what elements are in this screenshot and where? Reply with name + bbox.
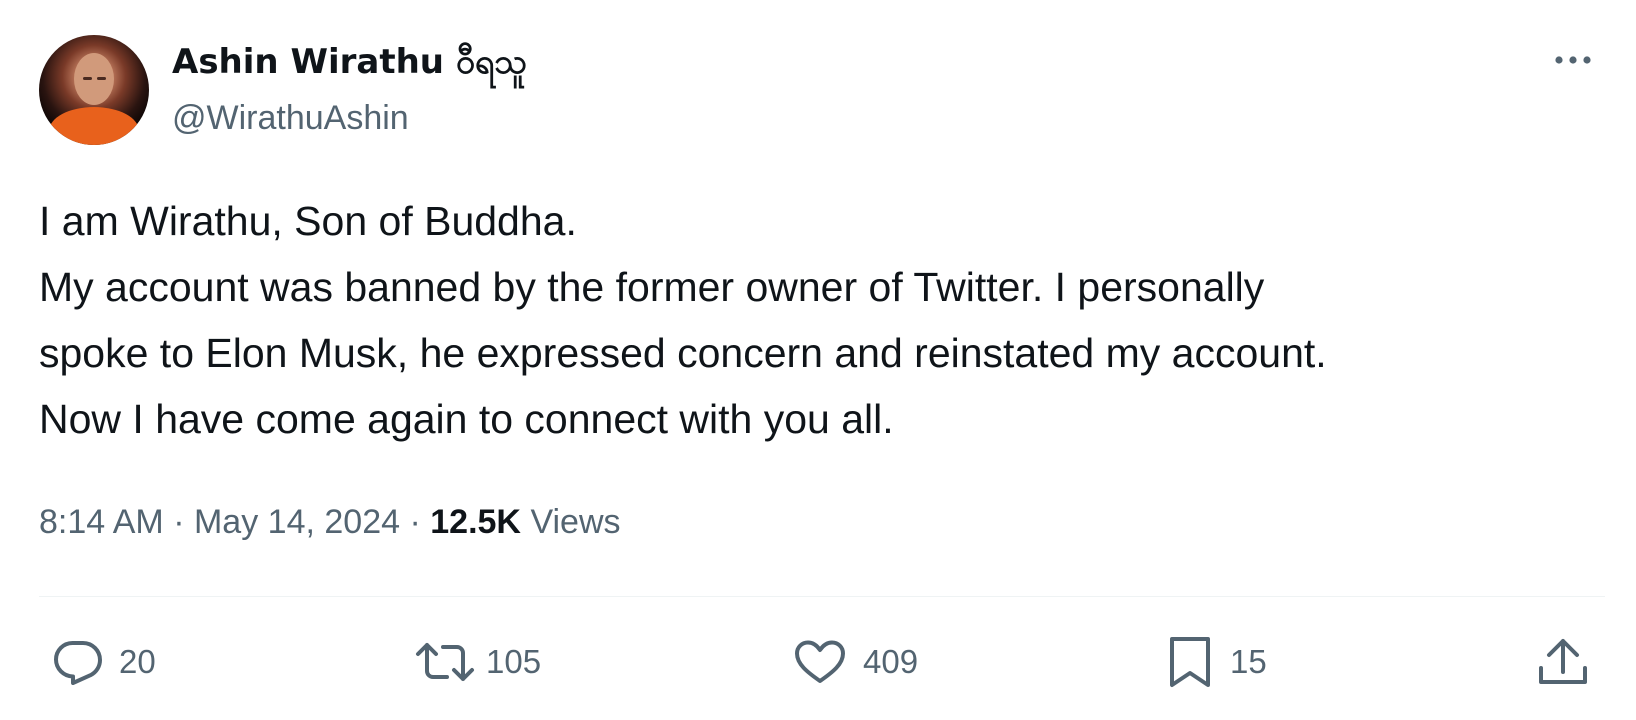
reply-button[interactable]: 20: [53, 636, 156, 688]
bookmark-icon: [1170, 637, 1210, 687]
tweet-meta: 8:14 AM · May 14, 2024 · 12.5K Views: [39, 500, 621, 544]
author-handle[interactable]: @WirathuAshin: [172, 96, 409, 140]
avatar-head: [74, 53, 114, 105]
tweet-line: My account was banned by the former owne…: [39, 264, 1265, 310]
divider: [39, 596, 1605, 597]
author-display-name[interactable]: Ashin Wirathu ဝီရသူ: [172, 40, 527, 84]
like-button[interactable]: 409: [793, 636, 918, 688]
reply-icon: [54, 641, 102, 685]
avatar-eye: [97, 77, 106, 80]
heart-icon: [795, 640, 845, 683]
tweet-line: Now I have come again to connect with yo…: [39, 396, 894, 442]
avatar-robe: [49, 107, 139, 145]
tweet-text: I am Wirathu, Son of Buddha. My account …: [39, 188, 1619, 452]
tweet-date[interactable]: May 14, 2024: [194, 503, 400, 541]
tweet-time[interactable]: 8:14 AM: [39, 503, 164, 541]
reply-count: 20: [119, 643, 156, 680]
avatar-eye: [83, 77, 92, 80]
repost-button[interactable]: 105: [414, 636, 541, 688]
views-count: 12.5K: [430, 503, 521, 541]
meta-separator: ·: [409, 503, 421, 541]
bookmark-button[interactable]: 15: [1166, 636, 1267, 688]
share-icon: [1539, 639, 1587, 684]
bookmark-count: 15: [1230, 643, 1267, 680]
meta-separator: ·: [173, 503, 185, 541]
views-label: Views: [530, 503, 621, 541]
like-count: 409: [863, 643, 919, 680]
avatar[interactable]: [39, 35, 149, 145]
tweet-line: I am Wirathu, Son of Buddha.: [39, 198, 577, 244]
share-button[interactable]: [1536, 636, 1590, 688]
repost-icon: [416, 643, 474, 681]
repost-count: 105: [486, 643, 542, 680]
more-options-button[interactable]: [1548, 40, 1598, 80]
tweet-line: spoke to Elon Musk, he expressed concern…: [39, 330, 1327, 376]
more-horizontal-icon: [1555, 56, 1591, 64]
